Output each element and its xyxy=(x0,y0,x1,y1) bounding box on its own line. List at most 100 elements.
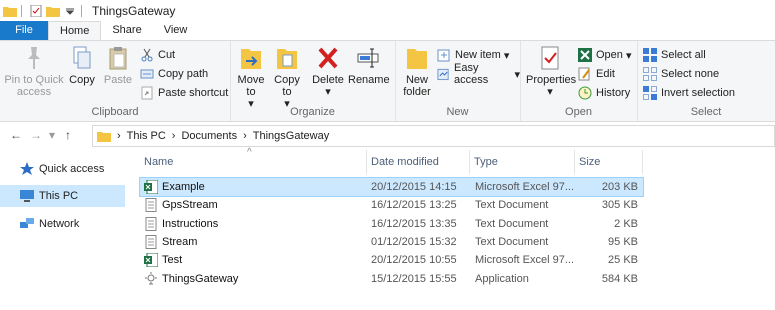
breadcrumb[interactable]: › This PC › Documents › ThingsGateway xyxy=(92,125,775,147)
divider xyxy=(21,4,22,17)
pin-label: Pin to Quick access xyxy=(4,74,64,98)
new-folder-icon xyxy=(407,49,427,69)
file-name: Instructions xyxy=(162,217,219,230)
paste-button[interactable]: Paste xyxy=(102,45,134,86)
properties-label: Properties xyxy=(526,74,577,86)
ribbon: Pin to Quick access Copy Paste Cut Copy … xyxy=(0,40,775,122)
file-row[interactable]: Example 20/12/2015 14:15 Microsoft Excel 9… xyxy=(139,177,644,197)
file-date: 16/12/2015 13:35 xyxy=(371,217,457,230)
move-to-button[interactable]: Move to ▾ xyxy=(236,45,266,110)
nav-item-this-pc[interactable]: This PC xyxy=(0,185,125,207)
invert-selection-button[interactable]: Invert selection xyxy=(643,85,735,101)
nav-item-network[interactable]: Network xyxy=(0,213,125,235)
file-row[interactable]: Instructions 16/12/2015 13:35 Text Documen… xyxy=(140,215,643,233)
copy-to-label: Copy to xyxy=(274,74,300,98)
text-file-icon xyxy=(144,198,158,215)
file-name: ThingsGateway xyxy=(162,272,239,285)
select-all-button[interactable]: Select all xyxy=(643,47,706,63)
excel-icon xyxy=(144,179,159,197)
address-bar-row: ← → ▾ ↑ › This PC › Documents › ThingsGa… xyxy=(0,121,775,149)
history-button[interactable]: History xyxy=(578,85,630,101)
file-size: 25 KB xyxy=(608,254,638,267)
easy-access-button[interactable]: Easy access ▾ xyxy=(437,62,520,86)
star-icon xyxy=(20,162,34,175)
new-folder-label: New folder xyxy=(403,74,431,98)
copy-path-label: Copy path xyxy=(158,68,209,80)
file-row[interactable]: GpsStream 16/12/2015 13:25 Text Document 30… xyxy=(140,196,643,214)
breadcrumb-thingsgateway[interactable]: ThingsGateway xyxy=(253,130,329,142)
application-icon xyxy=(144,271,158,289)
breadcrumb-this-pc[interactable]: This PC xyxy=(127,130,166,142)
new-folder-button[interactable]: New folder xyxy=(399,45,435,98)
easy-access-label: Easy access xyxy=(454,62,489,86)
chevron-down-icon: ▾ xyxy=(325,86,331,98)
file-type: Text Document xyxy=(475,199,549,212)
file-row[interactable]: Stream 01/12/2015 15:32 Text Document 95 KB xyxy=(140,233,643,251)
file-size: 203 KB xyxy=(601,181,638,193)
text-file-icon xyxy=(144,234,158,252)
file-type: Text Document xyxy=(475,235,549,248)
select-none-icon xyxy=(643,67,657,81)
forward-arrow-icon[interactable]: → xyxy=(26,128,46,142)
file-date: 01/12/2015 15:32 xyxy=(371,235,457,248)
window-title: ThingsGateway xyxy=(92,3,176,18)
move-to-icon xyxy=(241,49,261,69)
edit-button[interactable]: Edit xyxy=(578,66,615,82)
new-group: New folder New item ▾ Easy access ▾ New xyxy=(395,41,521,121)
breadcrumb-separator-icon: › xyxy=(117,130,121,142)
open-label: Open xyxy=(596,49,623,61)
delete-button[interactable]: Delete ▾ xyxy=(312,45,344,98)
copy-icon xyxy=(73,46,91,69)
breadcrumb-separator-icon: › xyxy=(243,130,247,142)
edit-icon xyxy=(578,67,590,81)
pin-to-quick-access-button[interactable]: Pin to Quick access xyxy=(4,45,64,98)
file-date: 20/12/2015 10:55 xyxy=(371,254,457,267)
cut-label: Cut xyxy=(158,49,176,61)
properties-button[interactable]: Properties ▾ xyxy=(526,45,577,98)
file-row[interactable]: ThingsGateway 15/12/2015 15:55 Application… xyxy=(140,270,643,288)
new-group-label: New xyxy=(446,106,469,118)
column-header-type[interactable]: Type xyxy=(470,150,575,174)
excel-icon xyxy=(578,48,592,62)
tab-view[interactable]: View xyxy=(153,21,199,40)
copy-to-button[interactable]: Copy to ▾ xyxy=(272,45,302,110)
folder-icon xyxy=(3,6,17,17)
nav-item-quick-access[interactable]: Quick access xyxy=(0,158,125,180)
file-name: Example xyxy=(162,181,205,193)
file-row[interactable]: Test 20/12/2015 10:55 Microsoft Excel 97..… xyxy=(140,251,643,269)
tab-file[interactable]: File xyxy=(0,21,48,40)
select-none-button[interactable]: Select none xyxy=(643,66,719,82)
recent-locations-chevron-icon[interactable]: ▾ xyxy=(46,128,58,142)
new-item-button[interactable]: New item ▾ xyxy=(437,47,509,63)
chevron-down-icon: ▾ xyxy=(511,68,520,81)
paste-label: Paste xyxy=(103,74,133,86)
select-all-label: Select all xyxy=(661,49,706,61)
up-arrow-icon[interactable]: ↑ xyxy=(58,128,78,142)
column-header-name[interactable]: Name xyxy=(140,150,367,174)
chevron-down-icon: ▾ xyxy=(547,86,553,98)
file-size: 95 KB xyxy=(608,235,638,248)
tab-share[interactable]: Share xyxy=(101,21,152,40)
delete-label: Delete xyxy=(312,74,344,86)
breadcrumb-documents[interactable]: Documents xyxy=(181,130,237,142)
rename-button[interactable]: Rename xyxy=(348,45,390,86)
new-folder-icon[interactable] xyxy=(46,5,60,17)
organize-group: Move to ▾ Copy to ▾ Delete ▾ Rename Organiz… xyxy=(230,41,396,121)
copy-button[interactable]: Copy xyxy=(66,45,98,86)
open-button[interactable]: Open ▾ xyxy=(578,47,632,63)
copy-to-icon xyxy=(277,49,297,69)
tab-home[interactable]: Home xyxy=(48,21,102,41)
file-type: Application xyxy=(475,272,529,285)
copy-path-button[interactable]: Copy path xyxy=(140,66,208,82)
properties-icon[interactable] xyxy=(29,4,43,17)
file-name: Test xyxy=(162,254,183,267)
cut-button[interactable]: Cut xyxy=(140,47,175,63)
file-name: Stream xyxy=(162,235,198,248)
paste-shortcut-button[interactable]: Paste shortcut xyxy=(140,85,228,101)
column-header-date[interactable]: Date modified xyxy=(367,150,470,174)
customize-quick-access-icon[interactable] xyxy=(63,5,77,17)
file-date: 16/12/2015 13:25 xyxy=(371,199,457,212)
column-header-size[interactable]: Size xyxy=(575,150,643,174)
file-list: ^ Name Date modified Type Size Example 20… xyxy=(139,147,775,310)
back-arrow-icon[interactable]: ← xyxy=(6,128,26,142)
